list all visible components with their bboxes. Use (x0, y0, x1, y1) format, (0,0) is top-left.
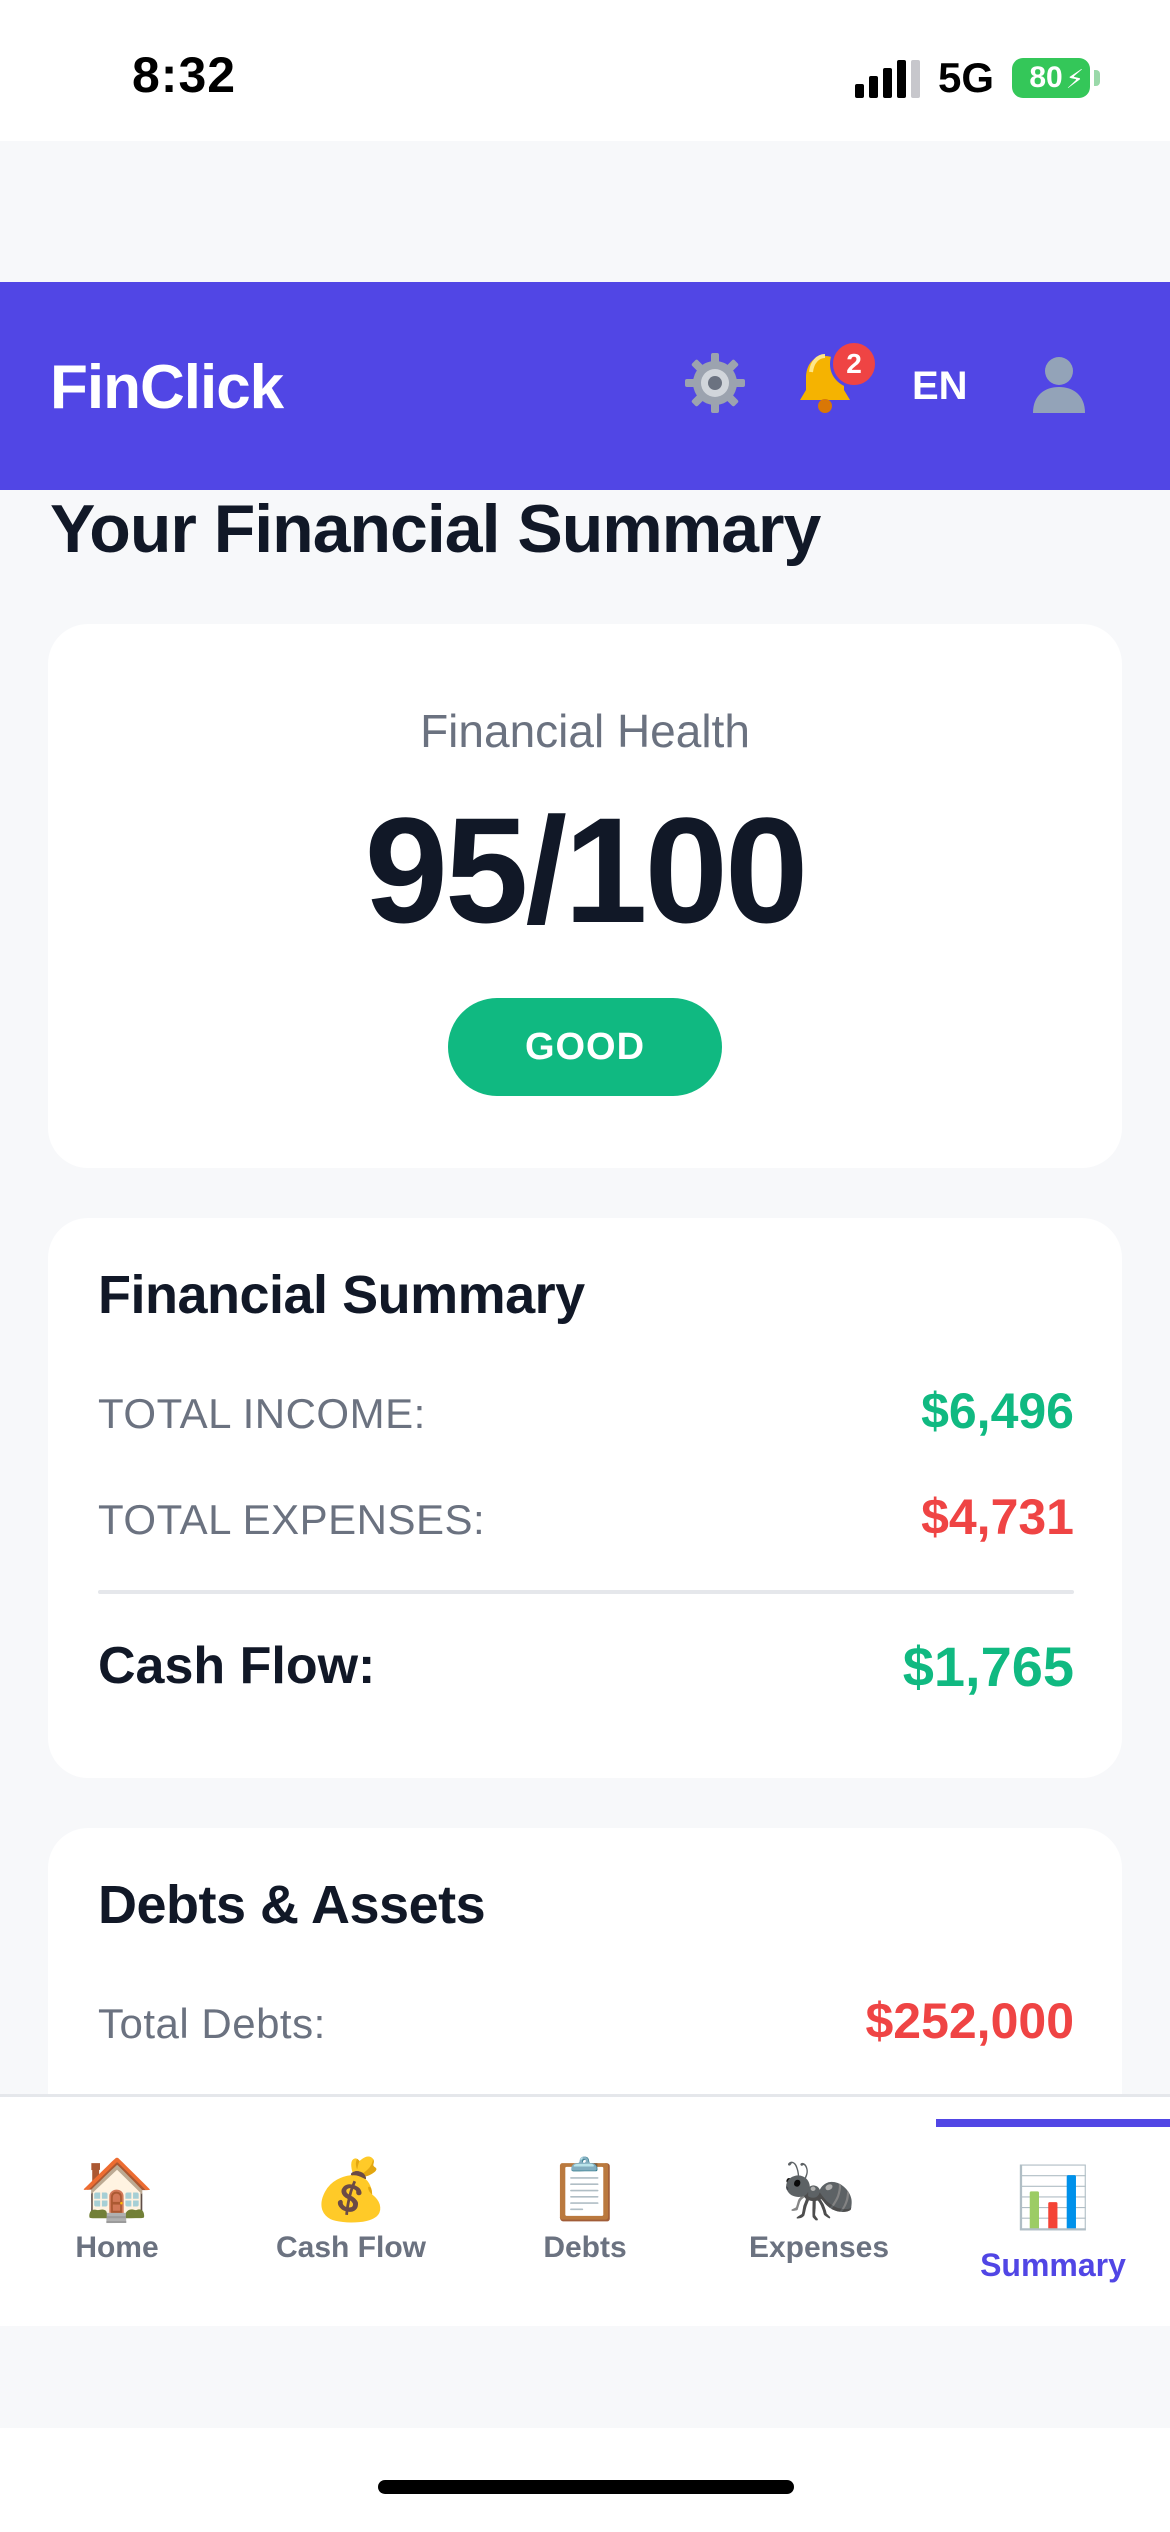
tab-label: Home (75, 2231, 159, 2264)
tab-expenses[interactable]: 🐜 Expenses (702, 2097, 936, 2329)
main-content[interactable]: Your Financial Summary Financial Health … (0, 490, 1170, 2094)
battery-level: 80 (1029, 61, 1063, 94)
total-expenses-value: $4,731 (921, 1489, 1074, 1545)
health-label: Financial Health (420, 705, 750, 757)
app-header: FinClick 2 EN (0, 282, 1170, 490)
nav-spacer (0, 2326, 1170, 2428)
total-debts-label: Total Debts: (98, 2000, 326, 2047)
top-spacer (0, 141, 1170, 282)
charging-bolt-icon: ⚡ (1065, 64, 1084, 94)
bottom-nav: 🏠 Home 💰 Cash Flow 📋 Debts 🐜 Expenses 📊 … (0, 2094, 1170, 2326)
status-time: 8:32 (132, 47, 237, 103)
summary-title: Financial Summary (98, 1265, 585, 1325)
total-income-label: TOTAL INCOME: (98, 1390, 426, 1437)
tab-home[interactable]: 🏠 Home (0, 2097, 234, 2329)
tab-cash-flow[interactable]: 💰 Cash Flow (234, 2097, 468, 2329)
home-indicator[interactable] (378, 2480, 794, 2494)
money-bag-icon: 💰 (313, 2156, 389, 2223)
gear-icon (685, 353, 745, 413)
status-indicators: 5G 80 ⚡ (854, 54, 1100, 102)
tab-summary[interactable]: 📊 Summary (936, 2097, 1170, 2329)
tab-label: Expenses (748, 2231, 890, 2264)
settings-button[interactable] (680, 348, 750, 418)
ant-icon: 🐜 (781, 2156, 857, 2223)
app-screen: 8:32 5G 80 ⚡ FinClick 2 EN Your Financia… (0, 0, 1170, 2532)
cash-flow-value: $1,765 (902, 1635, 1074, 1698)
tab-debts[interactable]: 📋 Debts (468, 2097, 702, 2329)
status-bar: 8:32 5G 80 ⚡ (0, 0, 1170, 141)
battery-cap (1094, 70, 1100, 86)
health-status-badge: GOOD (448, 998, 722, 1096)
cash-flow-label: Cash Flow: (98, 1637, 376, 1695)
financial-health-card: Financial Health 95/100 GOOD (48, 624, 1122, 1168)
financial-summary-card: Financial Summary TOTAL INCOME: $6,496 T… (48, 1218, 1122, 1778)
divider (98, 1590, 1074, 1594)
tab-label: Debts (543, 2231, 627, 2264)
bar-chart-icon: 📊 (1015, 2164, 1091, 2231)
total-income-value: $6,496 (921, 1383, 1074, 1439)
battery-icon: 80 ⚡ (1012, 58, 1100, 98)
notification-badge: 2 (830, 340, 878, 388)
total-debts-value: $252,000 (865, 1993, 1074, 2049)
brand-logo[interactable]: FinClick (50, 352, 284, 423)
tab-label: Summary (980, 2247, 1126, 2283)
signal-icon (854, 58, 920, 98)
house-icon: 🏠 (79, 2156, 155, 2223)
total-expenses-label: TOTAL EXPENSES: (98, 1496, 486, 1543)
clipboard-icon: 📋 (547, 2156, 623, 2223)
page-title: Your Financial Summary (50, 491, 821, 567)
debts-assets-card: Debts & Assets Total Debts: $252,000 (48, 1828, 1122, 2094)
language-switcher[interactable]: EN (912, 364, 968, 409)
tab-label: Cash Flow (275, 2231, 426, 2264)
health-score: 95/100 (364, 786, 809, 954)
network-type: 5G (937, 54, 994, 101)
profile-button[interactable] (1024, 348, 1094, 418)
user-icon (1033, 357, 1085, 413)
debts-assets-title: Debts & Assets (98, 1875, 486, 1935)
